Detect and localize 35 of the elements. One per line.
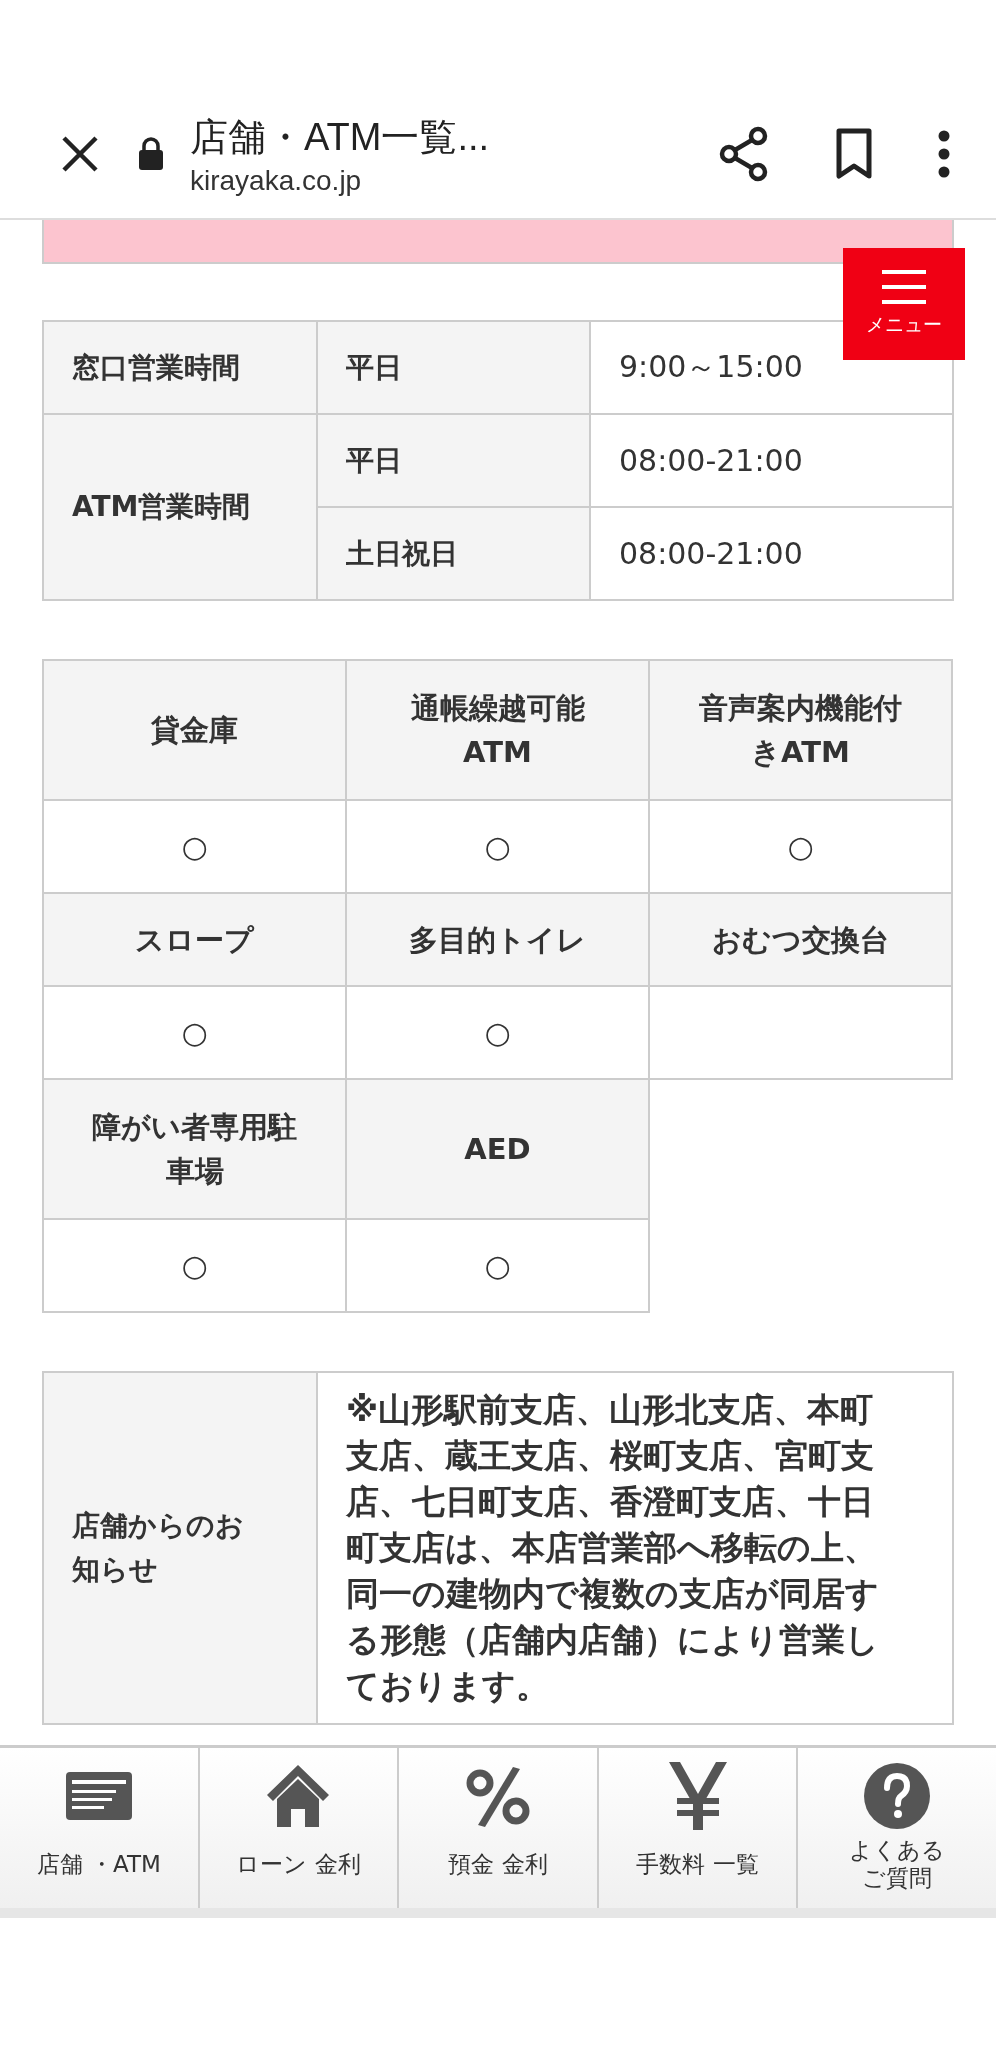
table-header-cell: 障がい者専用駐車場 <box>43 1079 346 1219</box>
more-icon <box>937 130 951 178</box>
nav-tab[interactable]: 預金 金利 <box>399 1748 599 1908</box>
close-icon <box>60 134 100 174</box>
table-cell: ○ <box>43 1219 346 1312</box>
table-header-cell: 多目的トイレ <box>346 893 649 986</box>
share-icon <box>718 126 770 182</box>
table-header-cell: AED <box>346 1079 649 1219</box>
menu-icon <box>882 270 926 304</box>
notice-text: ※山形駅前支店、山形北支店、本町支店、蔵王支店、桜町支店、宮町支店、七日町支店、香澄町支店、十日町支店は、本店営業部へ移転の上、同一の建物内で複数の支店が同居する形態（店舗内店舗）により営業しております。 <box>317 1372 953 1724</box>
table-header-cell: 店舗からのお知らせ <box>43 1372 317 1724</box>
table-cell: 08:00-21:00 <box>590 414 953 507</box>
table-header-cell: おむつ交換台 <box>649 893 952 986</box>
page-title: 店舗・ATM一覧... <box>190 114 491 160</box>
table-header-cell: 通帳繰越可能ATM <box>346 660 649 800</box>
table-cell: 08:00-21:00 <box>590 507 953 600</box>
help-icon <box>863 1762 932 1830</box>
table-header-cell: ATM営業時間 <box>43 414 317 600</box>
table-cell: ○ <box>346 1219 649 1312</box>
table-header-cell: 平日 <box>317 321 590 414</box>
table-header-cell: 音声案内機能付きATM <box>649 660 952 800</box>
page-url: kirayaka.co.jp <box>190 164 363 197</box>
table-header-cell: 土日祝日 <box>317 507 590 600</box>
table-header-cell: 貸金庫 <box>43 660 346 800</box>
nav-tab[interactable]: 手数料 一覧 <box>598 1748 799 1908</box>
map-link-banner[interactable] <box>42 220 954 264</box>
table-header-cell: 平日 <box>317 414 590 507</box>
table-header-cell: スロープ <box>43 893 346 986</box>
nav-tab[interactable]: 店舗 ・ATM <box>0 1748 200 1908</box>
lock-icon <box>138 137 164 171</box>
bookmark-icon <box>834 128 874 180</box>
nav-tab[interactable]: よくあるご質問 <box>798 1748 996 1908</box>
nav-tab[interactable]: ローン 金利 <box>199 1748 400 1908</box>
menu-button[interactable]: メニュー <box>843 248 965 360</box>
table-header-cell: 窓口営業時間 <box>43 321 317 414</box>
